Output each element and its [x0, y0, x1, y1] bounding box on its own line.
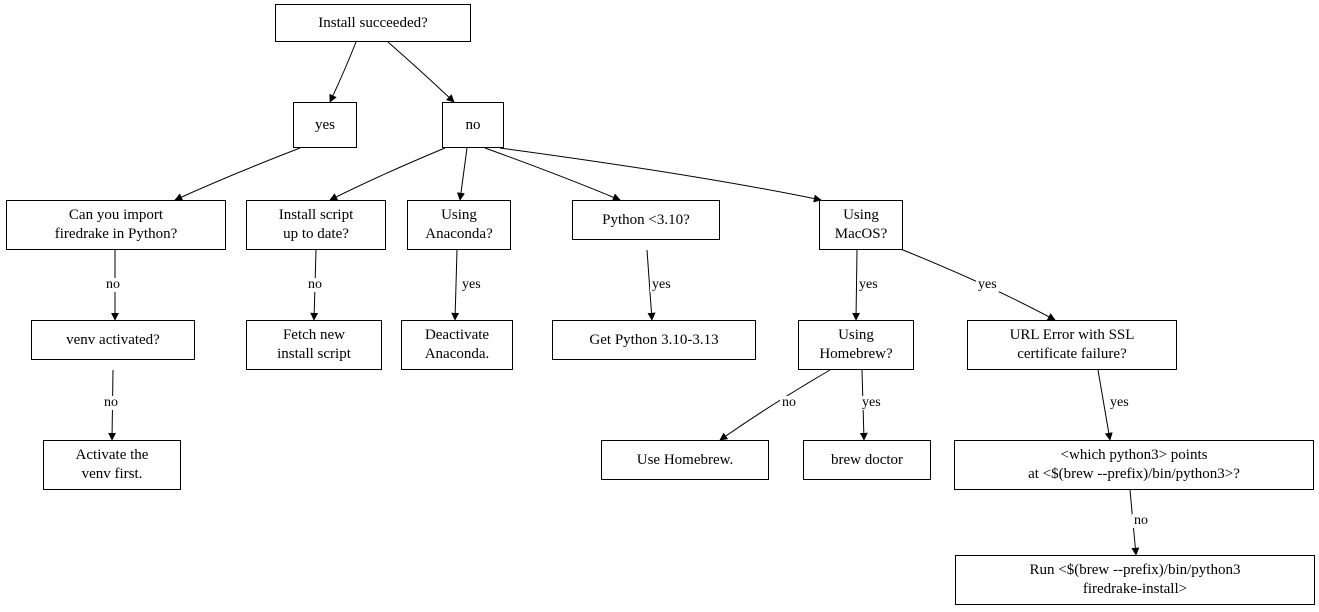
edge-label-ssl-yes: yes — [1108, 396, 1131, 410]
label-get-python-310-313: Get Python 3.10-3.13 — [589, 331, 718, 350]
node-using-anaconda: Using Anaconda? — [407, 200, 511, 250]
label-fetch-new-install-script: Fetch new install script — [277, 326, 351, 364]
edge-label-can-import-no: no — [104, 278, 122, 292]
label-install-script-up-to-date: Install script up to date? — [279, 206, 354, 244]
label-url-error-ssl: URL Error with SSL certificate failure? — [1010, 326, 1135, 364]
text-edge-yes: yes — [652, 277, 671, 292]
edge-label-macos-ssl-yes: yes — [976, 278, 999, 292]
text-edge-no: no — [106, 277, 120, 292]
node-which-python3-points: <which python3> points at <$(brew --pref… — [954, 440, 1314, 490]
label-using-macos: Using MacOS? — [835, 206, 888, 244]
text-edge-yes: yes — [862, 395, 881, 410]
text-edge-yes: yes — [462, 277, 481, 292]
label-branch-yes: yes — [315, 116, 335, 135]
label-run-brew-prefix-python3: Run <$(brew --prefix)/bin/python3 firedr… — [1030, 561, 1241, 599]
node-deactivate-anaconda: Deactivate Anaconda. — [401, 320, 513, 370]
label-use-homebrew: Use Homebrew. — [637, 451, 734, 470]
node-install-script-up-to-date: Install script up to date? — [246, 200, 386, 250]
edge-label-homebrew-yes: yes — [860, 396, 883, 410]
text-edge-no: no — [1134, 513, 1148, 528]
node-install-succeeded: Install succeeded? — [275, 4, 471, 42]
node-using-homebrew: Using Homebrew? — [798, 320, 914, 370]
edge-label-homebrew-no: no — [780, 396, 798, 410]
node-brew-doctor: brew doctor — [803, 440, 931, 480]
text-edge-no: no — [104, 395, 118, 410]
label-install-succeeded: Install succeeded? — [318, 14, 428, 33]
node-use-homebrew: Use Homebrew. — [601, 440, 769, 480]
edge-label-macos-homebrew-yes: yes — [857, 278, 880, 292]
node-fetch-new-install-script: Fetch new install script — [246, 320, 382, 370]
node-can-import-firedrake: Can you import firedrake in Python? — [6, 200, 226, 250]
label-can-import-firedrake: Can you import firedrake in Python? — [55, 206, 177, 244]
label-using-anaconda: Using Anaconda? — [425, 206, 492, 244]
label-deactivate-anaconda: Deactivate Anaconda. — [425, 326, 490, 364]
node-get-python-310-313: Get Python 3.10-3.13 — [552, 320, 756, 360]
edge-label-install-script-no: no — [306, 278, 324, 292]
node-python-lt-310: Python <3.10? — [572, 200, 720, 240]
node-branch-no: no — [442, 102, 504, 148]
label-venv-activated: venv activated? — [66, 331, 160, 350]
edge-label-python-yes: yes — [650, 278, 673, 292]
label-brew-doctor: brew doctor — [831, 451, 903, 470]
node-branch-yes: yes — [293, 102, 357, 148]
edge-label-venv-no: no — [102, 396, 120, 410]
label-activate-venv-first: Activate the venv first. — [76, 446, 149, 484]
text-edge-yes: yes — [859, 277, 878, 292]
label-using-homebrew: Using Homebrew? — [819, 326, 892, 364]
node-run-brew-prefix-python3: Run <$(brew --prefix)/bin/python3 firedr… — [955, 555, 1315, 605]
text-edge-yes: yes — [978, 277, 997, 292]
edge-label-anaconda-yes: yes — [460, 278, 483, 292]
label-which-python3-points: <which python3> points at <$(brew --pref… — [1028, 446, 1240, 484]
node-using-macos: Using MacOS? — [819, 200, 903, 250]
text-edge-yes: yes — [1110, 395, 1129, 410]
text-edge-no: no — [308, 277, 322, 292]
label-python-lt-310: Python <3.10? — [602, 211, 690, 230]
node-activate-venv-first: Activate the venv first. — [43, 440, 181, 490]
node-url-error-ssl: URL Error with SSL certificate failure? — [967, 320, 1177, 370]
text-edge-no: no — [782, 395, 796, 410]
edge-label-which-no: no — [1132, 514, 1150, 528]
node-venv-activated: venv activated? — [31, 320, 195, 360]
label-branch-no: no — [466, 116, 481, 135]
